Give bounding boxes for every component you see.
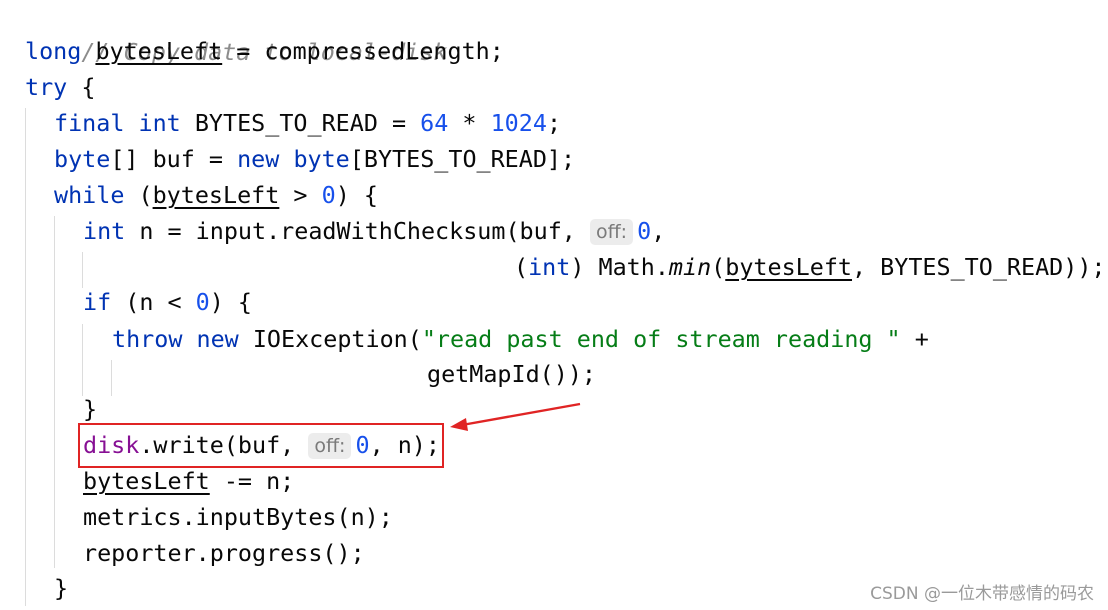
arrow-icon xyxy=(450,402,581,431)
code-editor[interactable]: // Copy data to local-disk long bytesLef… xyxy=(0,0,1108,610)
watermark: CSDN @一位木带感情的码农 xyxy=(870,584,1094,604)
